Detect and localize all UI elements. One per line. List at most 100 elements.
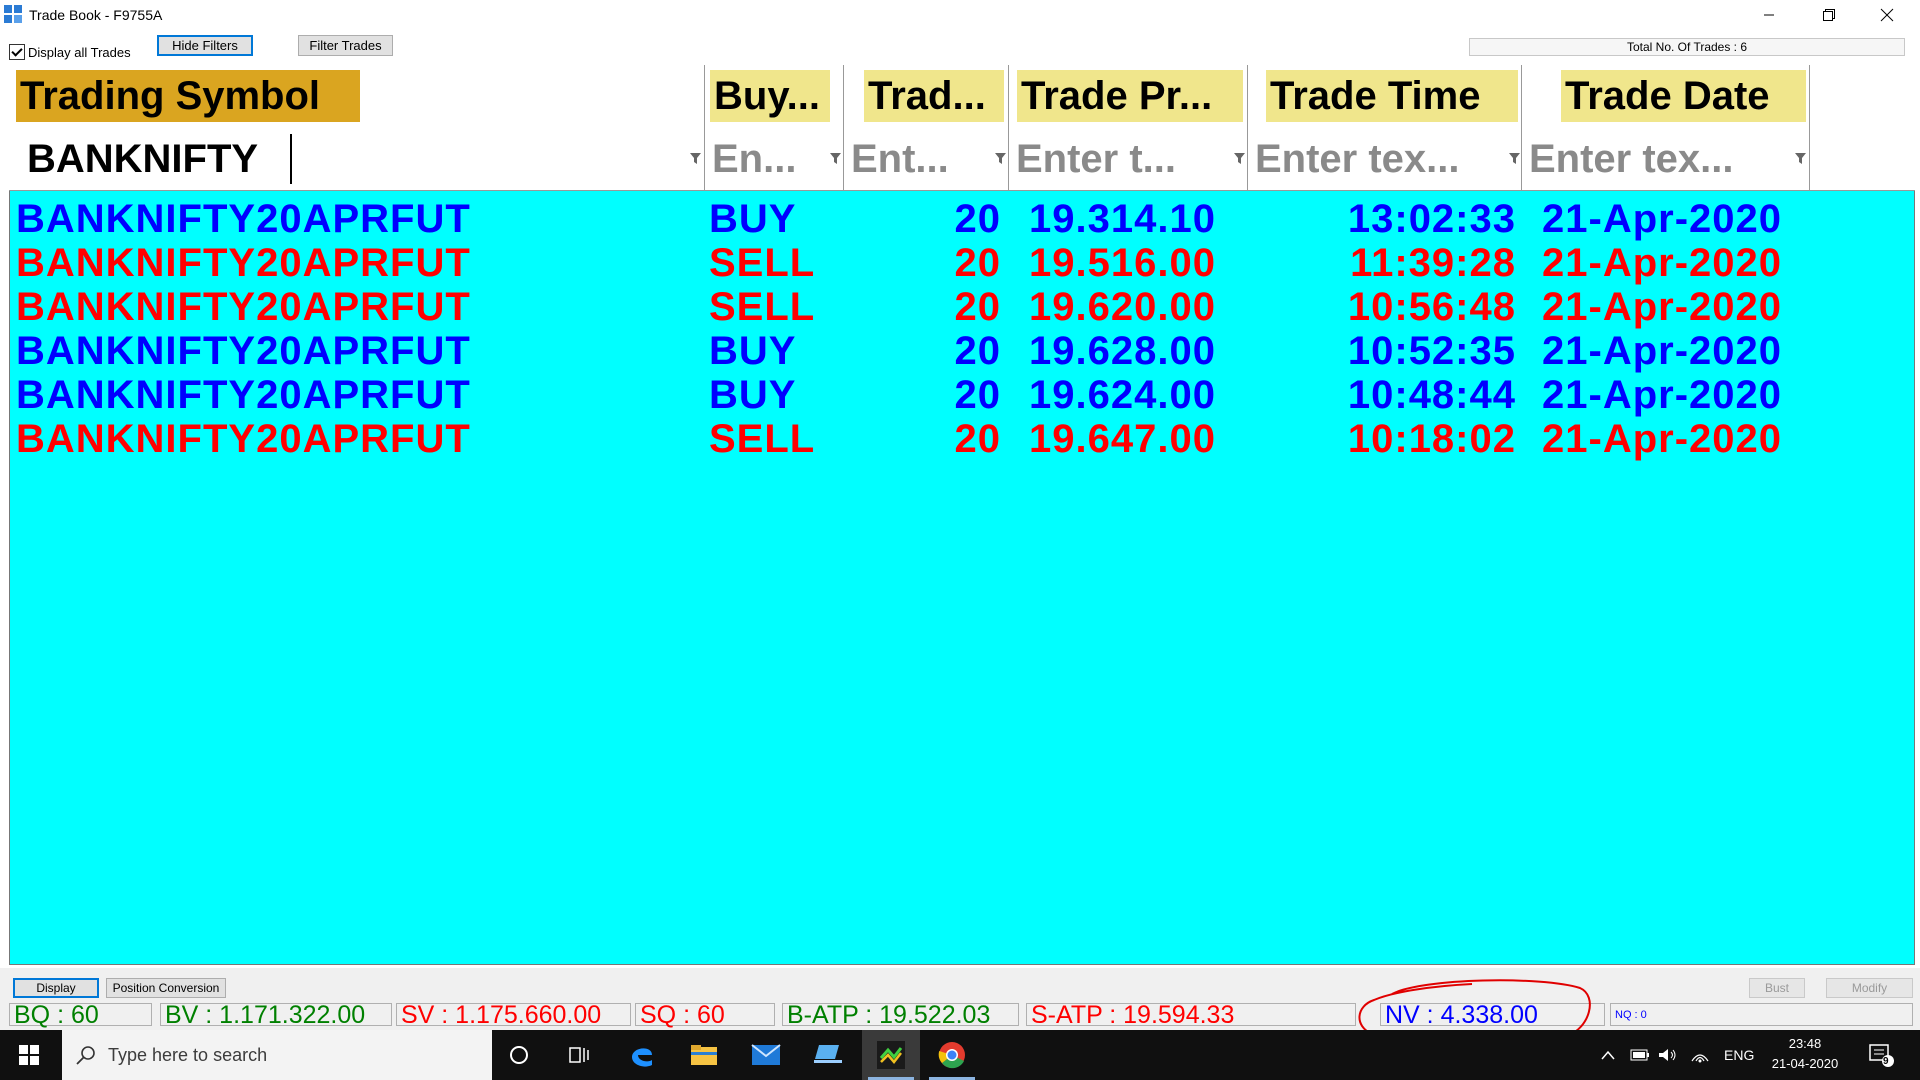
restore-icon <box>1823 9 1835 21</box>
filter-funnel-icon[interactable] <box>1795 153 1806 164</box>
cell-trade-price[interactable]: 19.647.00 <box>1029 417 1216 461</box>
cell-trade-qty[interactable]: 20 <box>881 417 1001 461</box>
restore-button[interactable] <box>1800 0 1858 30</box>
window-title: Trade Book - F9755A <box>29 7 163 23</box>
folder-icon <box>691 1045 717 1065</box>
clock-date: 21-04-2020 <box>1771 1056 1839 1071</box>
cell-trade-price[interactable]: 19.516.00 <box>1029 241 1216 285</box>
action-center-button[interactable]: 9 <box>1868 1030 1894 1080</box>
windows-logo-icon <box>19 1045 39 1065</box>
cell-buy-sell[interactable]: SELL <box>709 241 815 285</box>
cell-trade-time[interactable]: 10:18:02 <box>1276 417 1516 461</box>
cell-trade-qty[interactable]: 20 <box>881 373 1001 417</box>
show-hidden-icons-button[interactable] <box>1600 1030 1616 1080</box>
chrome-app[interactable] <box>923 1030 981 1080</box>
cell-trade-date[interactable]: 21-Apr-2020 <box>1542 197 1782 241</box>
cell-trade-date[interactable]: 21-Apr-2020 <box>1542 285 1782 329</box>
cell-trade-time[interactable]: 10:52:35 <box>1276 329 1516 373</box>
modify-button[interactable]: Modify <box>1826 978 1913 998</box>
display-all-trades-checkbox[interactable]: Display all Trades <box>9 44 131 60</box>
cell-buy-sell[interactable]: SELL <box>709 285 815 329</box>
taskbar-search[interactable]: Type here to search <box>62 1030 492 1080</box>
filter-trade-date-placeholder[interactable]: Enter tex... <box>1529 132 1775 186</box>
total-trades-count: Total No. Of Trades : 6 <box>1469 38 1905 56</box>
cell-trade-qty[interactable]: 20 <box>881 329 1001 373</box>
cell-trade-date[interactable]: 21-Apr-2020 <box>1542 241 1782 285</box>
language-indicator[interactable]: ENG <box>1724 1030 1754 1080</box>
cell-trade-price[interactable]: 19.620.00 <box>1029 285 1216 329</box>
filter-funnel-icon[interactable] <box>1234 153 1245 164</box>
cell-trade-time[interactable]: 10:56:48 <box>1276 285 1516 329</box>
filter-trade-time-placeholder[interactable]: Enter tex... <box>1255 132 1501 186</box>
close-button[interactable] <box>1858 0 1916 30</box>
cell-trade-date[interactable]: 21-Apr-2020 <box>1542 329 1782 373</box>
cell-trading-symbol[interactable]: BANKNIFTY20APRFUT <box>16 285 471 329</box>
cell-buy-sell[interactable]: BUY <box>709 329 796 373</box>
edge-app[interactable] <box>613 1030 671 1080</box>
notification-icon <box>1869 1044 1894 1067</box>
filter-funnel-icon[interactable] <box>995 153 1006 164</box>
chrome-icon <box>938 1042 965 1069</box>
network-indicator[interactable] <box>1690 1030 1710 1080</box>
cell-trade-time[interactable]: 11:39:28 <box>1276 241 1516 285</box>
cortana-icon <box>510 1046 528 1064</box>
filter-funnel-icon[interactable] <box>1509 153 1520 164</box>
cell-trading-symbol[interactable]: BANKNIFTY20APRFUT <box>16 197 471 241</box>
battery-icon <box>1630 1049 1649 1061</box>
speaker-icon <box>1659 1049 1676 1061</box>
cell-buy-sell[interactable]: BUY <box>709 373 796 417</box>
cell-trading-symbol[interactable]: BANKNIFTY20APRFUT <box>16 329 471 373</box>
display-button[interactable]: Display <box>13 978 99 998</box>
search-icon <box>76 1046 95 1065</box>
cell-trading-symbol[interactable]: BANKNIFTY20APRFUT <box>16 241 471 285</box>
system-clock[interactable]: 23:48 21-04-2020 <box>1760 1034 1850 1074</box>
cell-trading-symbol[interactable]: BANKNIFTY20APRFUT <box>16 417 471 461</box>
laptop-icon <box>814 1045 842 1063</box>
filter-trading-symbol-value[interactable]: BANKNIFTY <box>27 132 292 186</box>
hide-filters-button[interactable]: Hide Filters <box>157 35 253 56</box>
cell-trading-symbol[interactable]: BANKNIFTY20APRFUT <box>16 373 471 417</box>
filter-trades-button[interactable]: Filter Trades <box>298 35 393 56</box>
task-view-button[interactable] <box>550 1030 608 1080</box>
filter-funnel-icon[interactable] <box>830 153 841 164</box>
wifi-icon <box>1691 1054 1709 1063</box>
trading-terminal-app[interactable] <box>862 1030 920 1080</box>
minimize-button[interactable] <box>1740 0 1798 30</box>
task-view-icon <box>569 1047 589 1063</box>
battery-indicator[interactable] <box>1630 1030 1650 1080</box>
cell-trade-qty[interactable]: 20 <box>881 285 1001 329</box>
col-header-label: Buy... <box>710 70 830 122</box>
edge-icon <box>632 1048 652 1067</box>
col-header-label: Trade Pr... <box>1017 70 1243 122</box>
start-button[interactable] <box>0 1030 58 1080</box>
filter-buy-sell-placeholder[interactable]: En... <box>712 132 822 186</box>
remote-desktop-app[interactable] <box>799 1030 857 1080</box>
col-header-label: Trade Date <box>1561 70 1806 122</box>
cell-trade-time[interactable]: 13:02:33 <box>1276 197 1516 241</box>
sell-value-stat: SV : 1.175.660.00 <box>396 1003 631 1028</box>
cell-trade-price[interactable]: 19.314.10 <box>1029 197 1216 241</box>
volume-indicator[interactable] <box>1658 1030 1678 1080</box>
position-conversion-button[interactable]: Position Conversion <box>106 978 226 998</box>
col-header-label: Trade Time <box>1266 70 1518 122</box>
display-all-trades-label: Display all Trades <box>28 44 131 60</box>
cell-trade-price[interactable]: 19.628.00 <box>1029 329 1216 373</box>
cell-trade-qty[interactable]: 20 <box>881 197 1001 241</box>
cell-trade-date[interactable]: 21-Apr-2020 <box>1542 373 1782 417</box>
cell-buy-sell[interactable]: SELL <box>709 417 815 461</box>
cortana-button[interactable] <box>490 1030 548 1080</box>
cell-trade-price[interactable]: 19.624.00 <box>1029 373 1216 417</box>
search-placeholder: Type here to search <box>108 1044 268 1065</box>
cell-trade-time[interactable]: 10:48:44 <box>1276 373 1516 417</box>
buy-value-stat: BV : 1.171.322.00 <box>160 1003 392 1028</box>
filter-trade-price-placeholder[interactable]: Enter t... <box>1016 132 1216 186</box>
trading-app-icon <box>877 1041 905 1069</box>
bust-button[interactable]: Bust <box>1749 978 1805 998</box>
cell-buy-sell[interactable]: BUY <box>709 197 796 241</box>
cell-trade-qty[interactable]: 20 <box>881 241 1001 285</box>
filter-funnel-icon[interactable] <box>690 153 701 164</box>
mail-app[interactable] <box>737 1030 795 1080</box>
filter-trade-qty-placeholder[interactable]: Ent... <box>851 132 991 186</box>
file-explorer-app[interactable] <box>675 1030 733 1080</box>
cell-trade-date[interactable]: 21-Apr-2020 <box>1542 417 1782 461</box>
